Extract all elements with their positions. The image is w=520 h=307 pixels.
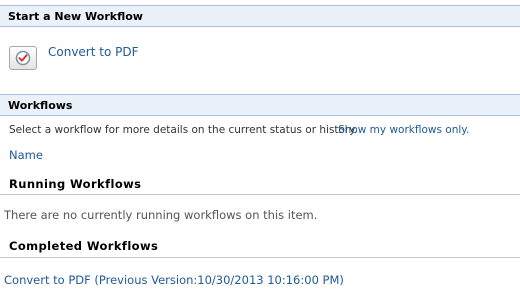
convert-to-pdf-link[interactable]: Convert to PDF: [48, 45, 139, 59]
no-running-message: There are no currently running workflows…: [4, 208, 318, 222]
start-workflow-title: Start a New Workflow: [8, 10, 143, 23]
workflows-instruction: Select a workflow for more details on th…: [9, 124, 358, 136]
workflows-header: Workflows: [0, 94, 520, 116]
running-divider: [0, 194, 520, 195]
running-workflows-title: Running Workflows: [9, 177, 142, 191]
convert-to-pdf-icon-button[interactable]: [9, 46, 37, 70]
checkmark-circle-icon: [15, 50, 31, 66]
show-my-workflows-link[interactable]: Show my workflows only.: [338, 124, 469, 136]
start-workflow-header: Start a New Workflow: [0, 5, 520, 27]
completed-workflows-title: Completed Workflows: [9, 239, 159, 253]
name-column-header[interactable]: Name: [9, 148, 43, 162]
completed-divider: [0, 257, 520, 258]
workflows-title: Workflows: [8, 99, 73, 112]
completed-workflow-link[interactable]: Convert to PDF (Previous Version:10/30/2…: [4, 273, 344, 287]
